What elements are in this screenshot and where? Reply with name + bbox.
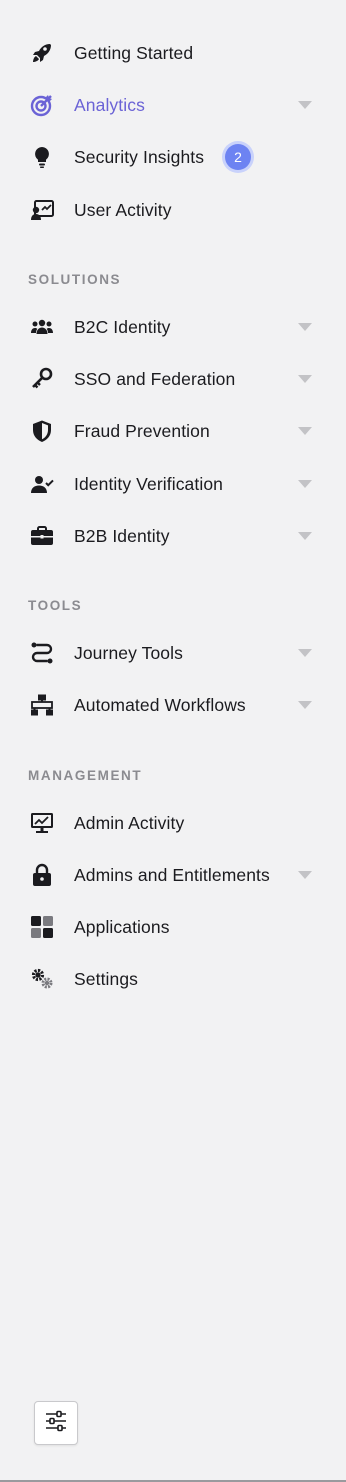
chevron-down-icon[interactable] <box>298 701 312 709</box>
chevron-down-icon[interactable] <box>298 532 312 540</box>
lightbulb-icon <box>29 144 55 170</box>
section-heading-tools: TOOLS <box>28 598 83 613</box>
nav-label: SSO and Federation <box>74 368 236 389</box>
user-check-icon <box>29 471 55 497</box>
customize-menu-button[interactable] <box>34 1401 78 1445</box>
nav-label: Settings <box>74 968 139 989</box>
nav-item-fraud-prevention[interactable]: Fraud Prevention <box>0 409 346 453</box>
section-heading-solutions: SOLUTIONS <box>28 272 122 287</box>
sliders-icon <box>44 1409 68 1438</box>
nav-item-admin-activity[interactable]: Admin Activity <box>0 801 346 845</box>
nav-label: Journey Tools <box>74 642 183 663</box>
nav-item-applications[interactable]: Applications <box>0 905 346 949</box>
nav-item-journey-tools[interactable]: Journey Tools <box>0 631 346 675</box>
nav-item-admins-entitlements[interactable]: Admins and Entitlements <box>0 853 346 897</box>
section-heading-management: MANAGEMENT <box>28 768 143 783</box>
nav-label: Fraud Prevention <box>74 420 210 441</box>
nav-label: Getting Started <box>74 42 194 63</box>
route-icon <box>29 640 55 666</box>
nav-item-analytics[interactable]: Analytics <box>0 83 346 127</box>
nav-label: User Activity <box>74 199 172 220</box>
nav-label: B2B Identity <box>74 525 170 546</box>
shield-icon <box>29 418 55 444</box>
user-chart-icon <box>29 197 55 223</box>
nav-item-user-activity[interactable]: User Activity <box>0 188 346 232</box>
key-icon <box>29 366 55 392</box>
lock-icon <box>29 862 55 888</box>
chevron-down-icon[interactable] <box>298 375 312 383</box>
gears-icon <box>29 966 55 992</box>
target-icon <box>29 92 55 118</box>
nav-item-identity-verification[interactable]: Identity Verification <box>0 462 346 506</box>
chevron-down-icon[interactable] <box>298 323 312 331</box>
nav-item-b2c-identity[interactable]: B2C Identity <box>0 305 346 349</box>
nav-item-settings[interactable]: Settings <box>0 957 346 1001</box>
sitemap-icon <box>29 692 55 718</box>
nav-item-automated-workflows[interactable]: Automated Workflows <box>0 683 346 727</box>
nav-label: Identity Verification <box>74 473 223 494</box>
monitor-chart-icon <box>29 810 55 836</box>
nav-item-b2b-identity[interactable]: B2B Identity <box>0 514 346 558</box>
nav-label: Admin Activity <box>74 812 185 833</box>
nav-label: Admins and Entitlements <box>74 864 270 885</box>
nav-item-getting-started[interactable]: Getting Started <box>0 31 346 75</box>
chevron-down-icon[interactable] <box>298 649 312 657</box>
nav-item-sso-federation[interactable]: SSO and Federation <box>0 357 346 401</box>
nav-label: Automated Workflows <box>74 694 246 715</box>
chevron-down-icon[interactable] <box>298 480 312 488</box>
chevron-down-icon[interactable] <box>298 427 312 435</box>
nav-label: Analytics <box>74 94 145 115</box>
nav-label: Applications <box>74 916 170 937</box>
briefcase-icon <box>29 523 55 549</box>
grid-icon <box>29 914 55 940</box>
chevron-down-icon[interactable] <box>298 871 312 879</box>
chevron-down-icon[interactable] <box>298 101 312 109</box>
nav-label: B2C Identity <box>74 316 171 337</box>
rocket-icon <box>29 40 55 66</box>
nav-label: Security Insights <box>74 146 205 167</box>
notification-badge: 2 <box>225 144 251 170</box>
users-icon <box>29 314 55 340</box>
nav-item-security-insights[interactable]: Security Insights 2 <box>0 135 346 179</box>
